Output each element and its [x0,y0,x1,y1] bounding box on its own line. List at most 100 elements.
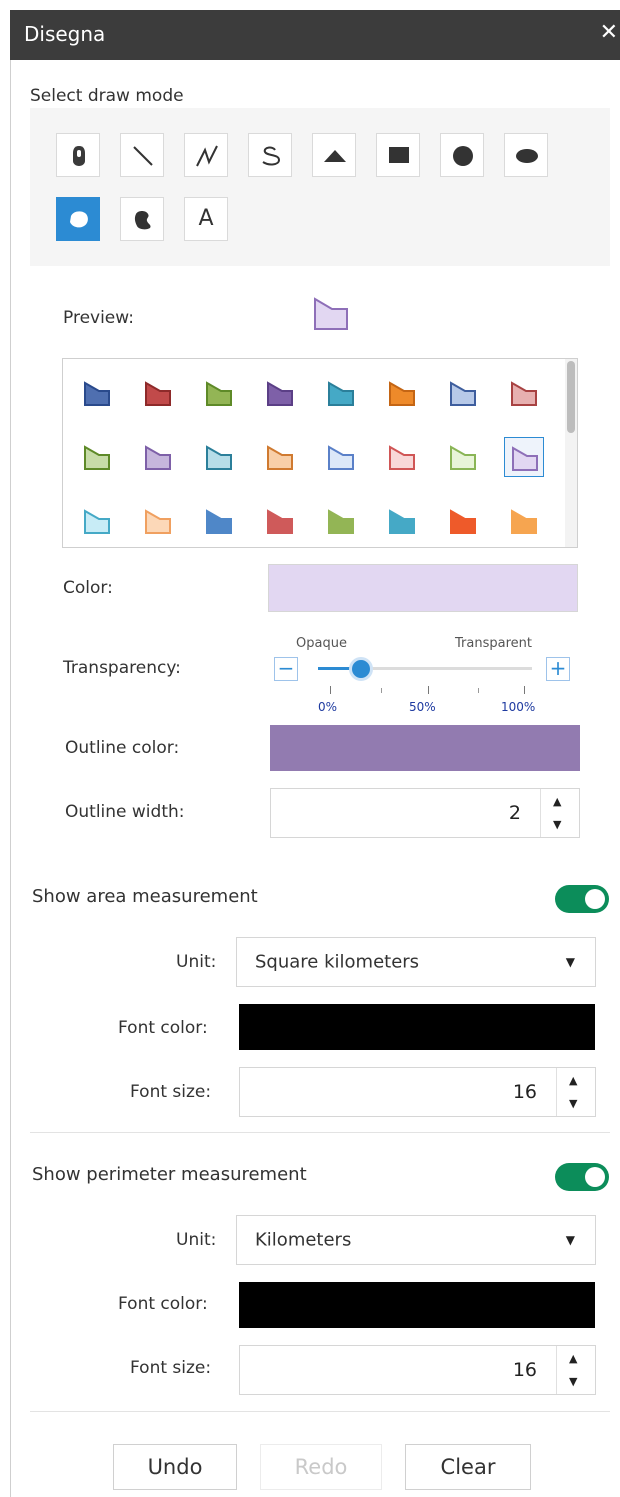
palette-swatch[interactable] [260,437,300,477]
draw-mode-label: Select draw mode [30,86,184,106]
swatch-shape-icon [450,445,476,470]
area-font-color-label: Font color: [118,1018,208,1038]
swatch-shape-icon [145,381,171,406]
fill-color-picker[interactable] [268,564,578,612]
undo-button[interactable]: Undo [113,1444,237,1490]
window-title: Disegna [24,22,106,46]
tool-ellipse[interactable] [504,133,548,177]
perimeter-measurement-label: Show perimeter measurement [32,1164,307,1185]
perimeter-measurement-toggle[interactable] [555,1163,609,1191]
palette-swatch[interactable] [138,373,178,413]
perimeter-unit-select[interactable]: Kilometers ▼ [236,1215,596,1265]
tick-label-100: 100% [501,700,536,714]
line-icon [133,146,153,166]
palette-scrollbar[interactable] [565,359,577,547]
swatch-shape-icon [389,381,415,406]
transparency-slider-track[interactable] [318,657,532,681]
area-font-color-picker[interactable] [239,1004,595,1050]
outline-color-picker[interactable] [270,725,580,771]
palette-swatch[interactable] [77,373,117,413]
outline-width-label: Outline width: [65,802,185,822]
tool-polyline[interactable] [184,133,228,177]
tool-point[interactable] [56,133,100,177]
area-measurement-toggle[interactable] [555,885,609,913]
freehand-polygon-icon [134,211,151,230]
preview-label: Preview: [63,308,134,328]
circle-icon [453,146,473,166]
chevron-up-icon[interactable]: ▲ [553,795,561,808]
palette-swatch[interactable] [199,437,239,477]
palette-swatch[interactable] [77,501,117,541]
palette-swatch[interactable] [382,501,422,541]
close-icon[interactable]: ✕ [600,20,618,45]
chevron-up-icon[interactable]: ▲ [569,1352,577,1365]
tool-rectangle[interactable] [376,133,420,177]
palette-swatch[interactable] [504,373,544,413]
area-unit-select[interactable]: Square kilometers ▼ [236,937,596,987]
chevron-down-icon[interactable]: ▼ [569,1097,577,1110]
swatch-shape-icon [328,445,354,470]
swatch-shape-icon [328,509,354,534]
outline-width-stepper[interactable]: 2 ▲ ▼ [270,788,580,838]
chevron-down-icon[interactable]: ▼ [553,818,561,831]
area-unit-value: Square kilometers [255,951,420,973]
swatch-shape-icon [511,509,537,534]
perimeter-font-size-label: Font size: [130,1358,212,1378]
palette-swatch[interactable] [138,501,178,541]
tool-freehand-line[interactable] [248,133,292,177]
palette-swatch[interactable] [199,373,239,413]
tick-mark [478,688,479,693]
palette-swatch[interactable] [321,373,361,413]
toggle-knob [585,889,605,909]
area-font-size-stepper[interactable]: 16 ▲ ▼ [239,1067,596,1117]
palette-swatch[interactable] [77,437,117,477]
freehand-line-icon [262,146,281,166]
tick-mark [381,688,382,693]
perimeter-font-size-stepper[interactable]: 16 ▲ ▼ [239,1345,596,1395]
area-measurement-label: Show area measurement [32,886,258,907]
tool-triangle[interactable] [312,133,356,177]
palette-swatch[interactable] [443,437,483,477]
tool-freehand-polygon[interactable] [120,197,164,241]
outline-width-value: 2 [508,802,521,824]
palette-swatch[interactable] [504,437,544,477]
outline-width-spin-buttons[interactable]: ▲ ▼ [540,789,579,837]
palette-swatch[interactable] [199,501,239,541]
palette-swatch[interactable] [382,373,422,413]
swatch-shape-icon [206,509,232,534]
swatch-shape-icon [84,445,110,470]
swatch-shape-icon [267,445,293,470]
chevron-up-icon[interactable]: ▲ [569,1074,577,1087]
palette-swatch[interactable] [382,437,422,477]
perimeter-font-size-value: 16 [512,1359,537,1381]
palette-swatch[interactable] [260,501,300,541]
tool-text[interactable]: A [184,197,228,241]
palette-swatch[interactable] [443,501,483,541]
transparency-slider-handle[interactable] [349,657,373,681]
text-icon: A [198,206,214,231]
palette-scroll-thumb[interactable] [567,361,575,433]
perimeter-font-color-picker[interactable] [239,1282,595,1328]
perimeter-font-size-spin-buttons[interactable]: ▲ ▼ [556,1346,595,1394]
tool-line[interactable] [120,133,164,177]
transparency-decrease-button[interactable]: − [274,657,298,681]
ellipse-icon [516,149,538,163]
palette-swatch[interactable] [443,373,483,413]
swatch-shape-icon [206,445,232,470]
chevron-down-icon[interactable]: ▼ [569,1375,577,1388]
transparency-increase-button[interactable]: + [546,657,570,681]
tool-circle[interactable] [440,133,484,177]
palette-swatch[interactable] [321,437,361,477]
tool-polygon[interactable] [56,197,100,241]
swatch-shape-icon [84,509,110,534]
redo-button[interactable]: Redo [260,1444,382,1490]
swatch-shape-icon [512,446,538,471]
tick-label-50: 50% [409,700,436,714]
palette-swatch[interactable] [260,373,300,413]
palette-swatch[interactable] [504,501,544,541]
palette-swatch[interactable] [138,437,178,477]
clear-button[interactable]: Clear [405,1444,531,1490]
symbol-palette[interactable] [62,358,578,548]
palette-swatch[interactable] [321,501,361,541]
area-font-size-spin-buttons[interactable]: ▲ ▼ [556,1068,595,1116]
